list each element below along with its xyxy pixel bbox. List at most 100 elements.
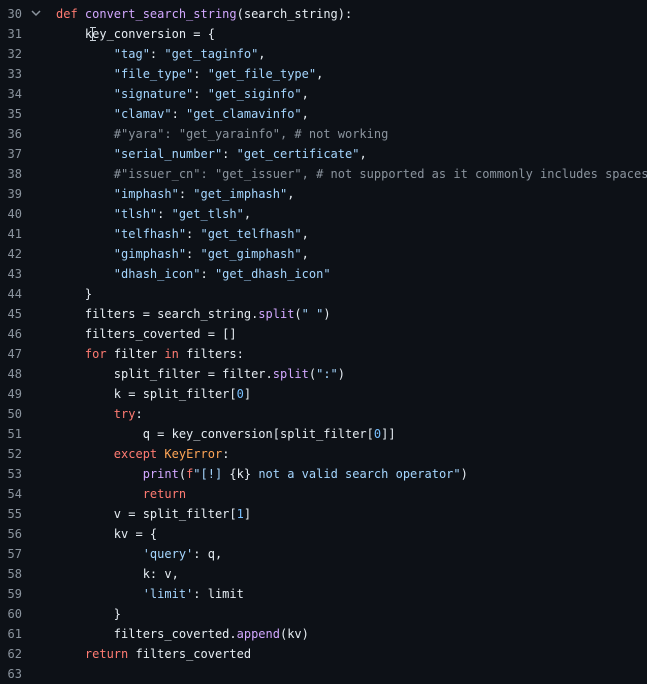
chevron-down-icon[interactable] [31,4,41,24]
code-text[interactable]: "file_type": "get_file_type", [56,64,324,84]
code-token: , [301,87,309,101]
code-text[interactable]: filters = search_string.split(" ") [56,304,331,324]
code-line[interactable]: 30 def convert_search_string(search_strin… [0,4,647,24]
code-text[interactable]: #"issuer_cn": "get_issuer", # not suppor… [56,164,647,184]
code-text[interactable]: "signature": "get_siginfo", [56,84,309,104]
code-line[interactable]: 39 "imphash": "get_imphash", [0,184,647,204]
code-line[interactable]: 37 "serial_number": "get_certificate", [0,144,647,164]
code-token: ":" [316,367,338,381]
code-text[interactable]: k = split_filter[0] [56,384,251,404]
code-token: "get_siginfo" [207,87,302,101]
code-text[interactable]: split_filter = filter.split(":") [56,364,345,384]
line-number: 33 [7,67,22,81]
code-text[interactable]: v = split_filter[1] [56,504,251,524]
code-line[interactable]: 45 filters = search_string.split(" ") [0,304,647,324]
code-line[interactable]: 62 return filters_coverted [0,644,647,664]
code-text[interactable]: "clamav": "get_clamavinfo", [56,104,309,124]
line-number: 53 [7,467,22,481]
code-text[interactable]: } [56,604,121,624]
code-line[interactable]: 44 } [0,284,647,304]
code-token: filter [106,347,165,361]
code-token: , [301,247,309,261]
code-token: "telfhash" [113,227,187,241]
code-text[interactable]: def convert_search_string(search_string)… [56,4,352,24]
code-token: def [56,7,85,21]
code-line[interactable]: 42 "gimphash": "get_gimphash", [0,244,647,264]
code-line[interactable]: 36 #"yara": "get_yarainfo", # not workin… [0,124,647,144]
code-token: "[!] [193,467,230,481]
code-token: "tlsh" [113,207,158,221]
code-text[interactable]: print(f"[!] {k} not a valid search opera… [56,464,468,484]
code-line[interactable]: 58 k: v, [0,564,647,584]
code-text[interactable]: #"yara": "get_yarainfo", # not working [56,124,389,144]
code-token: , [301,107,309,121]
code-text[interactable]: "tag": "get_taginfo", [56,44,266,64]
code-line[interactable]: 53 print(f"[!] {k} not a valid search op… [0,464,647,484]
code-token: #"issuer_cn": "get_issuer", # not suppor… [113,167,647,181]
code-token: q = key_conversion[split_filter[ [56,427,374,441]
code-text[interactable]: "tlsh": "get_tlsh", [56,204,251,224]
code-line[interactable]: 38 #"issuer_cn": "get_issuer", # not sup… [0,164,647,184]
code-line[interactable]: 56 kv = { [0,524,647,544]
code-text[interactable]: key_conversion = { [56,24,215,44]
code-text[interactable]: filters_coverted = [] [56,324,237,344]
code-line[interactable]: 32 "tag": "get_taginfo", [0,44,647,64]
code-line[interactable]: 31 key_conversion = { [0,24,647,44]
line-number: 39 [7,187,22,201]
code-text[interactable]: filters_coverted.append(kv) [56,624,309,644]
code-line[interactable]: 55 v = split_filter[1] [0,504,647,524]
code-text[interactable]: "telfhash": "get_telfhash", [56,224,309,244]
code-line[interactable]: 49 k = split_filter[0] [0,384,647,404]
code-editor[interactable]: 30 def convert_search_string(search_strin… [0,0,647,681]
code-token: return [142,487,187,501]
code-text[interactable]: return [56,484,186,504]
code-line[interactable]: 50 try: [0,404,647,424]
code-line[interactable]: 52 except KeyError: [0,444,647,464]
code-line[interactable]: 60 } [0,604,647,624]
code-line[interactable]: 51 q = key_conversion[split_filter[0]] [0,424,647,444]
line-number: 51 [7,427,22,441]
code-line[interactable]: 57 'query': q, [0,544,647,564]
code-text[interactable]: kv = { [56,524,157,544]
code-line[interactable]: 41 "telfhash": "get_telfhash", [0,224,647,244]
code-line[interactable]: 59 'limit': limit [0,584,647,604]
code-text[interactable]: 'query': q, [56,544,222,564]
code-token: "get_tlsh" [171,207,244,221]
code-text[interactable]: } [56,284,92,304]
line-number: 31 [7,27,22,41]
code-text[interactable]: try: [56,404,143,424]
code-line[interactable]: 35 "clamav": "get_clamavinfo", [0,104,647,124]
code-text[interactable]: for filter in filters: [56,344,244,364]
code-text[interactable]: "dhash_icon": "get_dhash_icon" [56,264,331,284]
code-line[interactable]: 48 split_filter = filter.split(":") [0,364,647,384]
code-line[interactable]: 33 "file_type": "get_file_type", [0,64,647,84]
code-line[interactable]: 61 filters_coverted.append(kv) [0,624,647,644]
code-text[interactable]: 'limit': limit [56,584,244,604]
code-line[interactable]: 40 "tlsh": "get_tlsh", [0,204,647,224]
code-token: : [149,47,165,61]
code-token: "get_telfhash" [200,227,302,241]
code-line[interactable]: 34 "signature": "get_siginfo", [0,84,647,104]
code-text[interactable]: "imphash": "get_imphash", [56,184,295,204]
code-text[interactable]: return filters_coverted [56,644,251,664]
line-number: 32 [7,47,22,61]
code-token: ( [178,467,187,481]
code-line[interactable]: 43 "dhash_icon": "get_dhash_icon" [0,264,647,284]
code-text[interactable]: "serial_number": "get_certificate", [56,144,367,164]
code-line[interactable]: 54 return [0,484,647,504]
code-line[interactable]: 63 [0,664,647,684]
code-token: : [135,407,143,421]
code-text[interactable]: k: v, [56,564,179,584]
code-text[interactable]: except KeyError: [56,444,230,464]
code-token: 1 [236,507,244,521]
code-text[interactable]: q = key_conversion[split_filter[0]] [56,424,396,444]
code-text[interactable]: "gimphash": "get_gimphash", [56,244,309,264]
line-number: 44 [7,287,22,301]
code-line[interactable]: 47 for filter in filters: [0,344,647,364]
code-line[interactable]: 46 filters_coverted = [] [0,324,647,344]
code-token: filters_coverted [128,647,252,661]
